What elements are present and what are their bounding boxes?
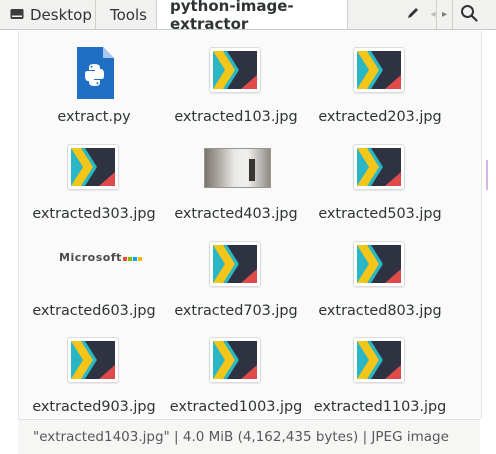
file-item[interactable]: Microsoft extracted603.jpg <box>23 225 165 319</box>
file-name: extract.py <box>57 109 131 125</box>
breadcrumb-current[interactable]: python-image-extractor <box>157 0 348 33</box>
image-thumbnail <box>209 241 263 289</box>
scrollbar-indicator[interactable] <box>486 160 488 190</box>
logo-square <box>132 257 137 261</box>
chevron-left-icon: ◂ <box>430 9 436 20</box>
search-icon <box>460 4 478 26</box>
photo-thumbnail <box>204 144 271 192</box>
right-margin <box>482 31 496 454</box>
image-thumbnail <box>67 144 121 192</box>
status-text: "extracted1403.jpg" | 4.0 MiB (4,162,435… <box>33 429 449 445</box>
icon-grid: extract.py extracted103.jpg extracted203.j… <box>19 31 481 419</box>
edit-location-button[interactable] <box>400 0 426 29</box>
chevron-right-icon: ▸ <box>441 9 448 20</box>
left-margin <box>0 31 18 454</box>
python-file-icon <box>67 46 121 99</box>
file-name: extracted203.jpg <box>318 109 442 125</box>
image-thumbnail <box>353 337 407 385</box>
image-thumbnail <box>209 337 263 385</box>
path-bar: Desktop Tools python-image-extractor ◂ ▸ <box>0 0 496 33</box>
scroll-right-button[interactable]: ▸ <box>436 0 452 29</box>
logo-square <box>122 257 127 261</box>
pencil-icon <box>406 5 420 24</box>
file-item[interactable]: extracted203.jpg <box>309 31 451 125</box>
image-thumbnail <box>353 144 407 192</box>
drive-icon <box>10 6 24 24</box>
file-name: extracted903.jpg <box>32 399 156 415</box>
file-name: extracted1003.jpg <box>169 399 303 415</box>
file-item[interactable]: extracted1003.jpg <box>165 321 307 415</box>
logo-square <box>137 257 142 261</box>
file-item[interactable]: extracted903.jpg <box>23 321 165 415</box>
logo-square <box>127 257 132 261</box>
file-item[interactable]: extracted103.jpg <box>165 31 307 125</box>
file-item[interactable]: extract.py <box>23 31 165 125</box>
breadcrumb-label: Desktop <box>30 5 92 24</box>
file-name: extracted403.jpg <box>174 206 298 222</box>
file-name: extracted303.jpg <box>32 206 156 222</box>
file-name: extracted703.jpg <box>174 303 298 319</box>
breadcrumb-tools[interactable]: Tools <box>96 0 157 29</box>
file-name: extracted103.jpg <box>174 109 298 125</box>
image-thumbnail <box>353 241 407 289</box>
breadcrumb-label: Tools <box>110 5 147 24</box>
file-item[interactable]: extracted503.jpg <box>309 128 451 222</box>
image-thumbnail <box>353 47 407 95</box>
file-view: extract.py extracted103.jpg extracted203.j… <box>18 31 482 419</box>
status-bar: "extracted1403.jpg" | 4.0 MiB (4,162,435… <box>18 419 480 454</box>
file-item[interactable]: extracted403.jpg <box>165 128 307 222</box>
search-button[interactable] <box>452 0 484 29</box>
breadcrumb-desktop[interactable]: Desktop <box>0 0 96 29</box>
file-name: extracted803.jpg <box>318 303 442 319</box>
file-name: extracted503.jpg <box>318 206 442 222</box>
image-thumbnail <box>67 337 121 385</box>
text-thumbnail: Microsoft <box>59 241 142 289</box>
file-item[interactable]: extracted1103.jpg <box>309 321 451 415</box>
file-item[interactable]: extracted803.jpg <box>309 225 451 319</box>
file-item[interactable]: extracted303.jpg <box>23 128 165 222</box>
file-item[interactable]: extracted703.jpg <box>165 225 307 319</box>
breadcrumb-label: python-image-extractor <box>170 0 294 33</box>
thumbnail-text: Microsoft <box>59 251 142 264</box>
file-name: extracted1103.jpg <box>313 399 447 415</box>
image-thumbnail <box>209 47 263 95</box>
file-name: extracted603.jpg <box>32 303 156 319</box>
